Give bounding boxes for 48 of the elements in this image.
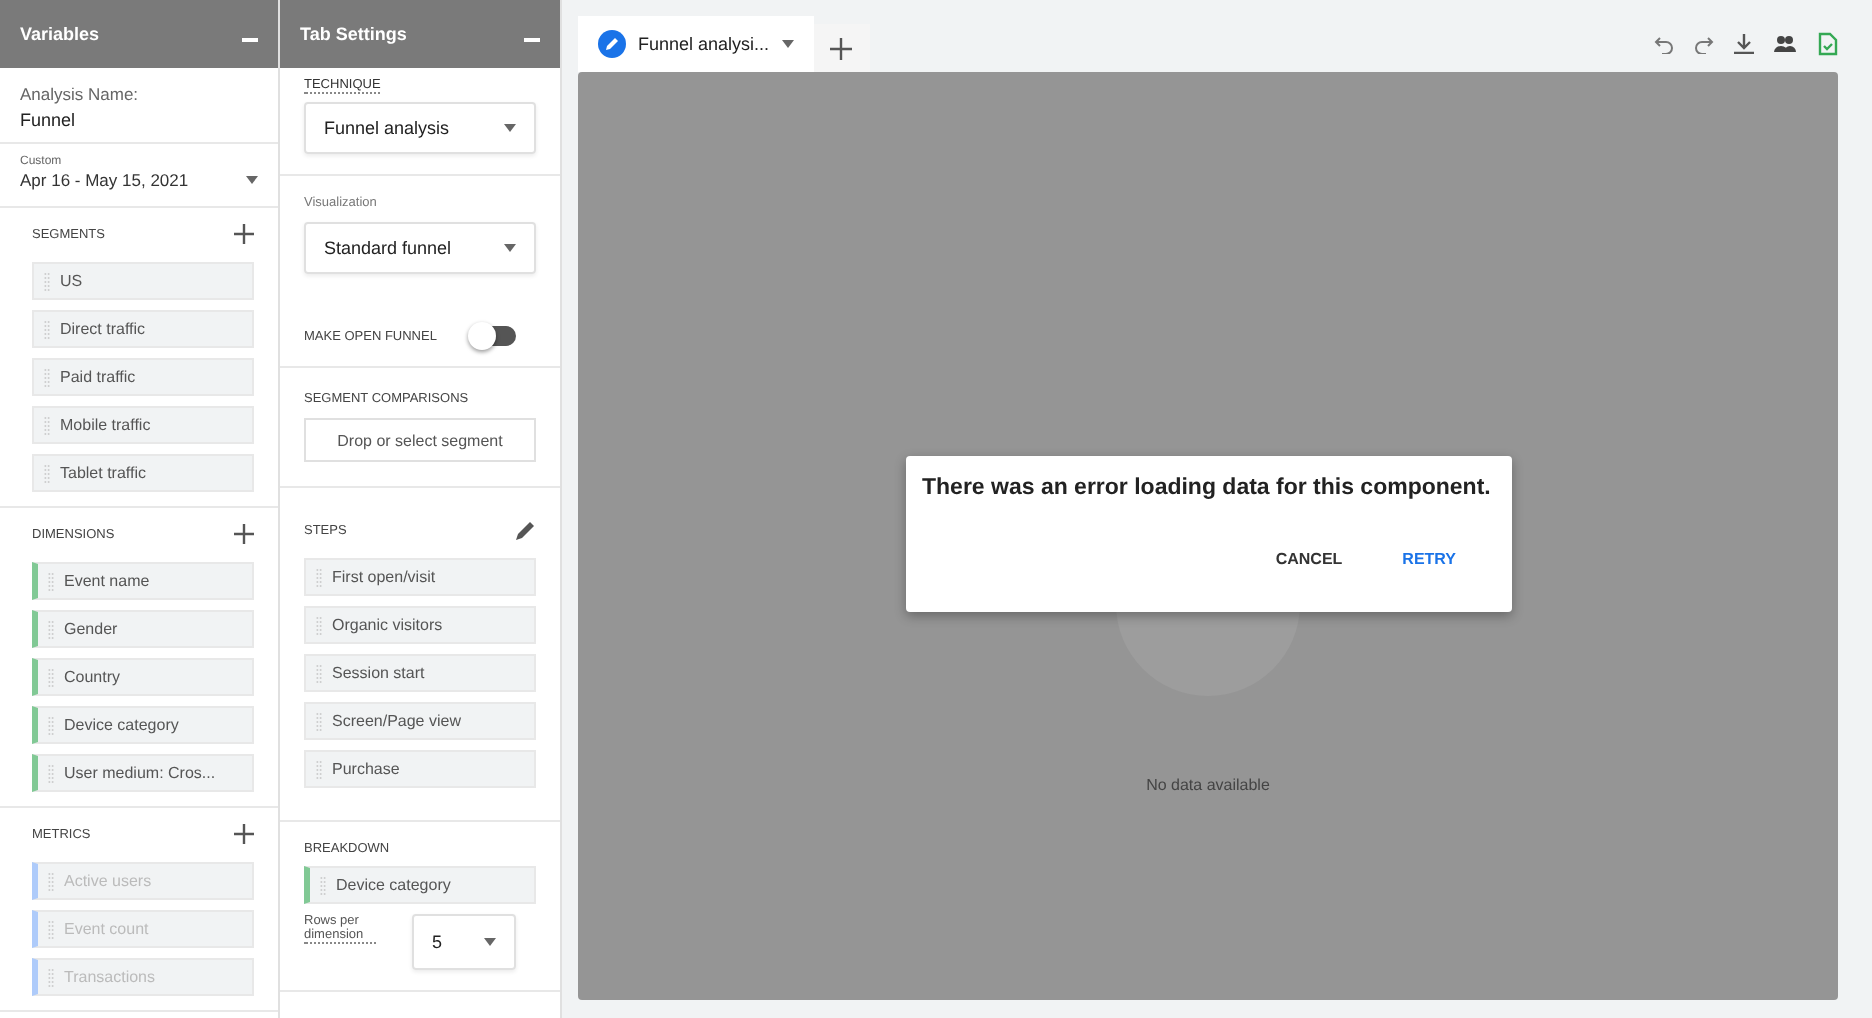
variable-chip[interactable]: Tablet traffic [32,454,254,492]
add-icon[interactable] [234,524,254,544]
variable-chip[interactable]: First open/visit [304,558,536,596]
variable-chip[interactable]: Device category [304,866,536,904]
segment-drop-zone[interactable]: Drop or select segment [304,418,536,462]
analysis-name[interactable]: Funnel [20,110,258,130]
variable-chip[interactable]: Screen/Page view [304,702,536,740]
add-icon[interactable] [234,224,254,244]
variable-chip[interactable]: Paid traffic [32,358,254,396]
technique-select[interactable]: Funnel analysis [304,102,536,154]
variable-chip[interactable]: Purchase [304,750,536,788]
panel-title: Variables [20,24,100,44]
add-tab-button[interactable] [813,24,870,72]
cancel-button[interactable]: CANCEL [1251,542,1367,576]
share-users-icon[interactable] [1774,34,1798,54]
add-icon[interactable] [234,824,254,844]
dropdown-caret-icon [504,244,516,252]
panel-title: Tab Settings [300,24,407,44]
error-message: There was an error loading data for this component. [922,476,1493,500]
redo-icon[interactable] [1694,34,1714,54]
dropdown-caret-icon [246,176,258,184]
visualization-select[interactable]: Standard funnel [304,222,536,274]
analysis-tab[interactable]: Funnel analysi... [578,16,814,72]
retry-button[interactable]: RETRY [1378,542,1480,576]
edit-icon [598,30,626,58]
add-icon [830,37,853,59]
empty-state-text: No data available [1146,776,1270,794]
dropdown-caret-icon [484,938,496,946]
variable-chip[interactable]: Organic visitors [304,606,536,644]
field-label: Analysis Name: [20,84,141,104]
dropdown-caret-icon [781,40,794,48]
undo-icon[interactable] [1654,34,1674,54]
variable-chip[interactable]: Country [32,658,254,696]
variable-chip[interactable]: Session start [304,654,536,692]
variable-chip[interactable]: Device category [32,706,254,744]
variable-chip[interactable]: US [32,262,254,300]
edit-icon[interactable] [516,520,536,540]
variable-chip[interactable]: User medium: Cros... [32,754,254,792]
date-range-picker[interactable]: Apr 16 - May 15, 2021 [20,170,258,190]
download-icon[interactable] [1734,34,1754,54]
dropdown-caret-icon [504,124,516,132]
variable-chip[interactable]: Direct traffic [32,310,254,348]
variable-chip[interactable]: Mobile traffic [32,406,254,444]
rows-select[interactable]: 5 [412,914,516,970]
variable-chip[interactable]: Event name [32,562,254,600]
saved-document-icon[interactable] [1818,32,1838,56]
variable-chip[interactable]: Gender [32,610,254,648]
open-funnel-toggle[interactable] [472,326,516,346]
